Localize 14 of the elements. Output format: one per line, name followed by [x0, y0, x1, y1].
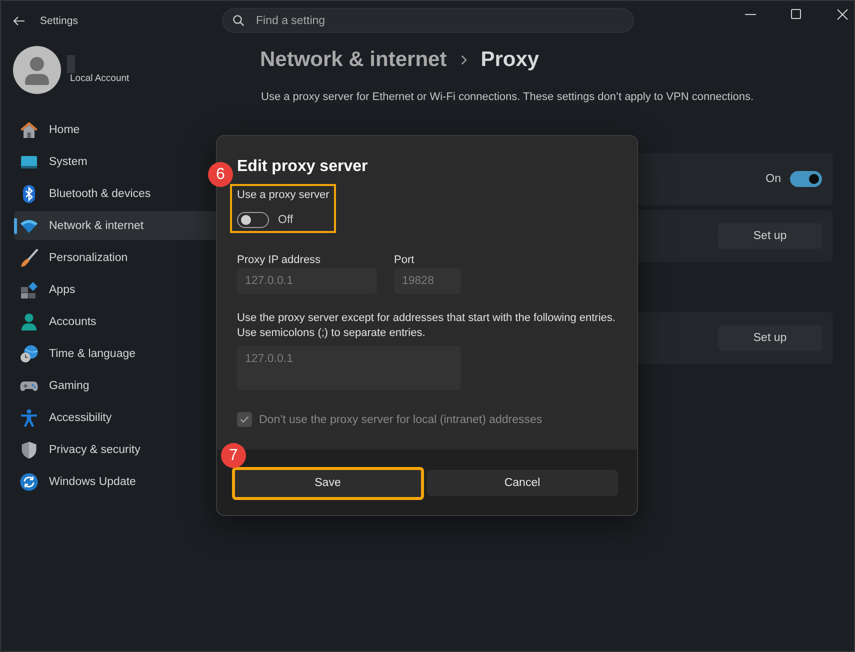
exceptions-hint: Use the proxy server except for addresses that start with the following entries. Use semicolons (;) to separate entries. [237, 311, 616, 341]
account-type: Local Account [70, 73, 130, 85]
toggle-state-label: On [766, 173, 781, 185]
step-marker: 7 [221, 442, 246, 468]
checkbox-label: Don’t use the proxy server for local (intranet) addresses [259, 414, 542, 426]
dialog-title: Edit proxy server [237, 157, 368, 177]
step-marker: 6 [208, 162, 233, 187]
window-title: Settings [40, 14, 78, 26]
toggle-state-label: Off [278, 214, 294, 226]
page-title: Proxy [480, 48, 540, 72]
toggle-label: Use a proxy server [237, 188, 330, 202]
field-label: Proxy IP address [237, 254, 322, 267]
field-label: Port [394, 254, 416, 267]
page-description: Use a proxy server for Ethernet or Wi-Fi connections. These settings don’t apply to VPN connections. [261, 90, 755, 104]
